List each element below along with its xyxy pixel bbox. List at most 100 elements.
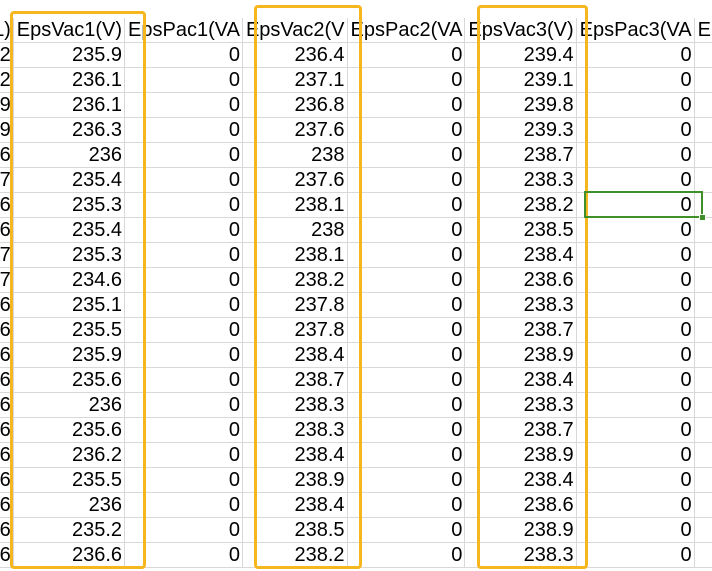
table-cell[interactable]: 9 (0, 92, 14, 118)
table-cell[interactable]: 239.4 (464, 42, 577, 68)
table-cell[interactable]: 236.2 (13, 442, 126, 468)
table-cell[interactable]: 0 (576, 142, 695, 168)
table-cell[interactable]: 238.4 (242, 442, 348, 468)
table-cell[interactable]: 238.3 (464, 392, 577, 418)
table-cell[interactable]: 236 (13, 142, 126, 168)
empty-cell[interactable] (694, 42, 712, 68)
table-cell[interactable]: 235.9 (13, 42, 126, 68)
empty-cell[interactable] (694, 467, 712, 493)
empty-cell[interactable] (694, 242, 712, 268)
table-cell[interactable]: 0 (124, 417, 243, 443)
table-cell[interactable]: 235.5 (13, 467, 126, 493)
table-cell[interactable]: 9 (0, 117, 14, 143)
table-cell[interactable]: 6 (0, 217, 14, 243)
empty-cell[interactable] (694, 392, 712, 418)
table-cell[interactable]: 239.1 (464, 67, 577, 93)
table-cell[interactable]: 0 (576, 317, 695, 343)
table-cell[interactable]: 6 (0, 542, 14, 568)
table-cell[interactable]: 235.6 (13, 417, 126, 443)
table-cell[interactable]: 0 (347, 117, 466, 143)
table-cell[interactable]: 235.2 (13, 517, 126, 543)
table-cell[interactable]: 238.9 (464, 517, 577, 543)
table-cell[interactable]: 238.4 (242, 342, 348, 368)
table-cell[interactable]: 0 (124, 167, 243, 193)
table-cell[interactable]: 0 (124, 342, 243, 368)
table-cell[interactable]: 238.9 (242, 467, 348, 493)
table-cell[interactable]: 237.8 (242, 292, 348, 318)
table-cell[interactable]: 238.5 (464, 217, 577, 243)
table-cell[interactable]: 6 (0, 517, 14, 543)
column-header[interactable]: EpsVac2(V (242, 18, 348, 43)
empty-cell[interactable] (694, 517, 712, 543)
table-cell[interactable]: 238.4 (464, 467, 577, 493)
table-cell[interactable]: 0 (347, 417, 466, 443)
table-cell[interactable]: 7 (0, 167, 14, 193)
table-cell[interactable]: 0 (576, 417, 695, 443)
table-cell[interactable]: 6 (0, 192, 14, 218)
table-cell[interactable]: 0 (124, 67, 243, 93)
table-cell[interactable]: 6 (0, 142, 14, 168)
column-header[interactable]: EpsVac3(V) (464, 18, 577, 43)
table-cell[interactable]: 238.4 (464, 242, 577, 268)
table-cell[interactable]: 0 (347, 467, 466, 493)
table-cell[interactable]: 238.7 (464, 317, 577, 343)
table-cell[interactable]: 237.8 (242, 317, 348, 343)
table-cell[interactable]: 238.3 (242, 392, 348, 418)
column-header[interactable]: E (694, 18, 712, 43)
table-cell[interactable]: 0 (576, 267, 695, 293)
table-cell[interactable]: 0 (347, 217, 466, 243)
table-cell[interactable]: 238.1 (242, 242, 348, 268)
table-cell[interactable]: 6 (0, 442, 14, 468)
table-cell[interactable]: 0 (576, 292, 695, 318)
fill-handle[interactable] (699, 214, 706, 221)
table-cell[interactable]: 6 (0, 492, 14, 518)
table-cell[interactable]: 0 (124, 492, 243, 518)
table-cell[interactable]: 236 (13, 492, 126, 518)
table-cell[interactable]: 239.8 (464, 92, 577, 118)
empty-cell[interactable] (694, 442, 712, 468)
table-cell[interactable]: 235.3 (13, 192, 126, 218)
empty-cell[interactable] (694, 117, 712, 143)
empty-cell[interactable] (694, 267, 712, 293)
table-cell[interactable]: 238 (242, 142, 348, 168)
table-cell[interactable]: 0 (124, 42, 243, 68)
empty-cell[interactable] (694, 67, 712, 93)
table-cell[interactable]: 238.3 (464, 542, 577, 568)
table-cell[interactable]: 235.9 (13, 342, 126, 368)
table-cell[interactable]: 238.9 (464, 342, 577, 368)
table-cell[interactable]: 0 (347, 542, 466, 568)
table-cell[interactable]: 235.1 (13, 292, 126, 318)
table-cell[interactable]: 0 (576, 167, 695, 193)
table-cell[interactable]: 238.5 (242, 517, 348, 543)
table-cell[interactable]: 6 (0, 392, 14, 418)
table-cell[interactable]: 0 (576, 92, 695, 118)
table-cell[interactable]: 238.4 (464, 367, 577, 393)
table-cell[interactable]: 0 (347, 442, 466, 468)
table-cell[interactable]: 0 (347, 292, 466, 318)
table-cell[interactable]: 0 (124, 217, 243, 243)
table-cell[interactable]: 0 (124, 192, 243, 218)
table-cell[interactable]: 0 (347, 367, 466, 393)
table-cell[interactable]: 0 (576, 467, 695, 493)
table-cell[interactable]: 235.4 (13, 167, 126, 193)
table-cell[interactable]: 0 (124, 367, 243, 393)
column-header[interactable]: EpsPac2(VA (347, 18, 466, 43)
table-cell[interactable]: 0 (347, 67, 466, 93)
table-cell[interactable]: 0 (124, 117, 243, 143)
table-cell[interactable]: 0 (347, 192, 466, 218)
empty-cell[interactable] (694, 217, 712, 243)
table-cell[interactable]: 6 (0, 342, 14, 368)
table-cell[interactable]: 0 (347, 142, 466, 168)
table-cell[interactable]: 235.6 (13, 367, 126, 393)
table-cell[interactable]: 236 (13, 392, 126, 418)
table-cell[interactable]: 6 (0, 467, 14, 493)
empty-cell[interactable] (694, 492, 712, 518)
table-cell[interactable]: 237.6 (242, 117, 348, 143)
table-cell[interactable]: 0 (576, 492, 695, 518)
table-cell[interactable]: 0 (124, 267, 243, 293)
table-cell[interactable]: 238.4 (242, 492, 348, 518)
table-cell[interactable]: 0 (124, 392, 243, 418)
column-header[interactable]: EpsPac3(VA (576, 18, 695, 43)
table-cell[interactable]: 238.2 (242, 267, 348, 293)
table-cell[interactable]: 0 (347, 92, 466, 118)
